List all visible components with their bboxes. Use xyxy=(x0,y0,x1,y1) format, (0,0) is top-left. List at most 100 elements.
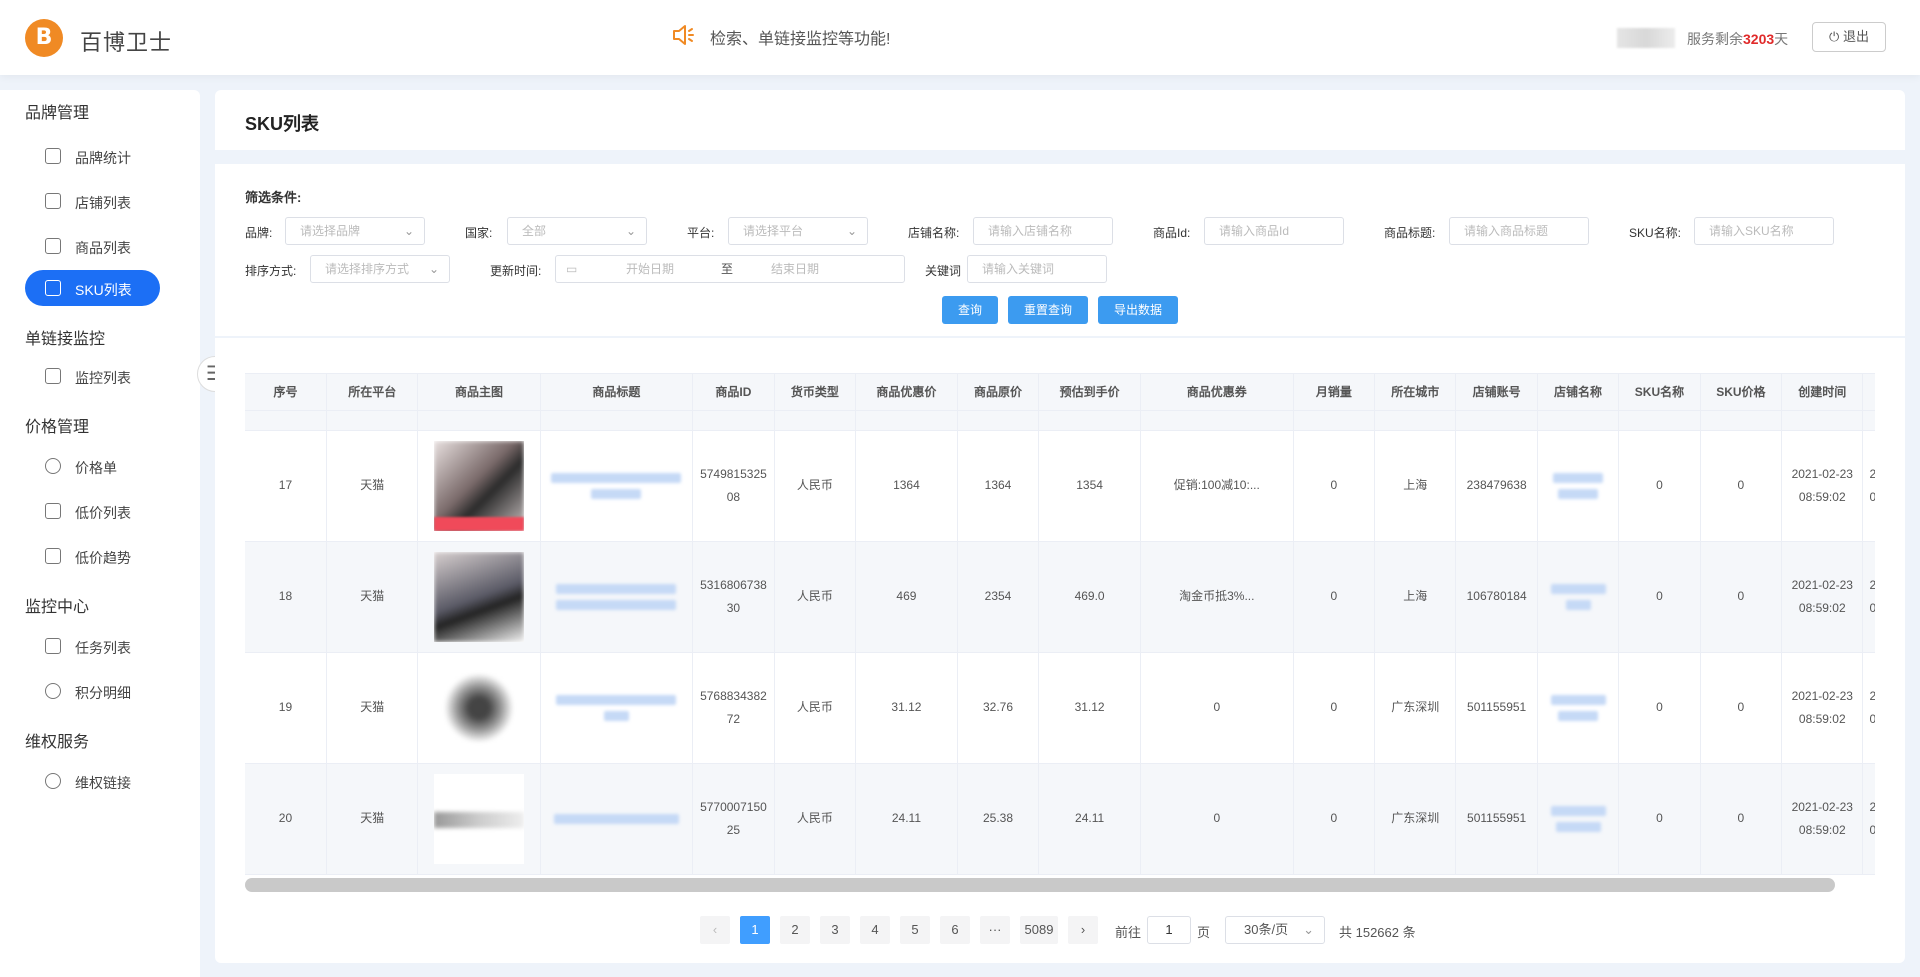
chevron-down-icon: ⌄ xyxy=(846,224,857,238)
prev-page-button[interactable]: ‹ xyxy=(700,916,730,944)
app-logo: B xyxy=(25,19,63,57)
product-image[interactable] xyxy=(434,440,525,531)
sidebar-item-brand-stats[interactable]: 品牌统计 xyxy=(25,138,160,174)
sidebar-item-label: SKU列表 xyxy=(75,282,132,298)
goto-suffix: 页 xyxy=(1197,925,1211,940)
service-remaining: 服务剩余3203天 xyxy=(1687,29,1788,49)
cell-no: 17 xyxy=(245,430,327,542)
cell-currency: 人民币 xyxy=(774,652,857,764)
table-row[interactable]: 19 天猫 576883438272 人民币 31.12 32.76 31.12… xyxy=(245,652,1875,764)
sidebar-item-label: 低价列表 xyxy=(75,505,131,521)
sidebar-item-low-price-trend[interactable]: 低价趋势 xyxy=(25,538,160,574)
cell-monthly-sales: 0 xyxy=(1293,541,1376,653)
col-header: 商品ID xyxy=(692,374,775,411)
sidebar-item-product-list[interactable]: 商品列表 xyxy=(25,228,160,264)
col-header: 商品优惠价 xyxy=(855,374,958,411)
product-image[interactable] xyxy=(434,662,525,753)
title-redacted xyxy=(603,710,629,721)
cell-city: 广东深圳 xyxy=(1374,763,1457,875)
bar-chart-icon xyxy=(45,148,61,164)
horizontal-scrollbar[interactable] xyxy=(245,878,1835,892)
sidebar-item-shop-list[interactable]: 店铺列表 xyxy=(25,183,160,219)
cell-est-price: 24.11 xyxy=(1038,763,1141,875)
page-button[interactable]: 5089 xyxy=(1020,916,1058,944)
sidebar-item-label: 低价趋势 xyxy=(75,550,131,566)
reset-query-button[interactable]: 重置查询 xyxy=(1008,296,1088,324)
cell-monthly-sales: 0 xyxy=(1293,652,1376,764)
speaker-icon xyxy=(673,25,694,45)
title-redacted xyxy=(556,599,677,610)
trend-down-icon xyxy=(45,548,61,564)
sidebar-item-label: 任务列表 xyxy=(75,640,131,656)
cell-no: 18 xyxy=(245,541,327,653)
page-button[interactable]: 6 xyxy=(940,916,970,944)
user-account xyxy=(1617,28,1675,48)
cell-title xyxy=(540,541,694,653)
date-range-picker[interactable]: ▭ 开始日期 至 结束日期 xyxy=(555,255,905,283)
product-image[interactable] xyxy=(434,551,525,642)
page-button[interactable]: 1 xyxy=(740,916,770,944)
sort-select[interactable]: 请选择排序方式 ⌄ xyxy=(310,255,450,283)
cell-shop-account: 501155951 xyxy=(1455,652,1538,764)
table-row[interactable]: 18 天猫 531680673830 人民币 469 2354 469.0 淘金… xyxy=(245,541,1875,653)
page-button[interactable]: 3 xyxy=(820,916,850,944)
sidebar-item-label: 积分明细 xyxy=(75,685,131,701)
cell-shop-name xyxy=(1537,541,1620,653)
date-start: 开始日期 xyxy=(626,262,675,276)
goto-page-input[interactable]: 1 xyxy=(1147,916,1191,944)
monitor-icon xyxy=(45,503,61,519)
page-button[interactable]: 5 xyxy=(900,916,930,944)
table-row[interactable]: 20 天猫 577000715025 人民币 24.11 25.38 24.11… xyxy=(245,763,1875,875)
page-button[interactable]: 2 xyxy=(780,916,810,944)
cell-orig-price: 1364 xyxy=(957,430,1040,542)
cell-sku-price: 0 xyxy=(1700,763,1783,875)
sidebar-item-points[interactable]: 积分明细 xyxy=(25,673,160,709)
sidebar-item-monitor-list[interactable]: 监控列表 xyxy=(25,358,160,394)
page-button[interactable]: 4 xyxy=(860,916,890,944)
total-count: 共 152662 条 xyxy=(1339,925,1416,940)
cell-est-price: 31.12 xyxy=(1038,652,1141,764)
cell-shop-name xyxy=(1537,430,1620,542)
shop-name-label: 店铺名称: xyxy=(908,226,960,240)
product-image[interactable] xyxy=(434,773,525,864)
cell-no: 19 xyxy=(245,652,327,764)
keyword-input[interactable]: 请输入关键词 xyxy=(967,255,1107,283)
export-data-button[interactable]: 导出数据 xyxy=(1098,296,1178,324)
sku-name-input[interactable]: 请输入SKU名称 xyxy=(1694,217,1834,245)
platform-select[interactable]: 请选择平台 ⌄ xyxy=(728,217,868,245)
cell-sku-name: 0 xyxy=(1618,652,1701,764)
sidebar: 品牌管理 品牌统计 店铺列表 商品列表 SKU列表 单链接监控 监控列表 价格管… xyxy=(0,90,200,977)
cell-city: 广东深圳 xyxy=(1374,652,1457,764)
sidebar-item-low-price-list[interactable]: 低价列表 xyxy=(25,493,160,529)
sidebar-item-sku-list[interactable]: SKU列表 xyxy=(25,270,160,306)
more-pages-button[interactable]: ··· xyxy=(980,916,1010,944)
cell-created: 2021-02-23 08:59:02 xyxy=(1781,763,1864,875)
next-page-button[interactable]: › xyxy=(1068,916,1098,944)
notice-text: 检索、单链接监控等功能! xyxy=(710,31,891,48)
cell-created: 2021-02-23 08:59:02 xyxy=(1781,430,1864,542)
sidebar-item-price-list[interactable]: 价格单 xyxy=(25,448,160,484)
sidebar-item-task-list[interactable]: 任务列表 xyxy=(25,628,160,664)
brand-select[interactable]: 请选择品牌 ⌄ xyxy=(285,217,425,245)
logout-button[interactable]: ⏻ 退出 xyxy=(1812,22,1886,52)
page-size-value: 30条/页 xyxy=(1244,922,1289,937)
page-size-select[interactable]: 30条/页 ⌄ xyxy=(1225,916,1325,944)
product-id-input[interactable]: 请输入商品Id xyxy=(1204,217,1344,245)
country-value: 全部 xyxy=(522,224,547,238)
cell-monthly-sales: 0 xyxy=(1293,430,1376,542)
sidebar-item-rights-links[interactable]: 维权链接 xyxy=(25,763,160,799)
product-title-input[interactable]: 请输入商品标题 xyxy=(1449,217,1589,245)
col-header: 商品标题 xyxy=(540,374,694,411)
table-row[interactable]: 17 天猫 574981532508 人民币 1364 1364 1354 促销… xyxy=(245,430,1875,542)
shop-name-redacted xyxy=(1550,805,1606,816)
sku-name-label: SKU名称: xyxy=(1629,226,1682,240)
group-rights: 维权服务 xyxy=(25,734,90,751)
cell-platform: 天猫 xyxy=(326,652,419,764)
cell-promo-price: 31.12 xyxy=(855,652,958,764)
shop-name-input[interactable]: 请输入店铺名称 xyxy=(973,217,1113,245)
query-button[interactable]: 查询 xyxy=(942,296,998,324)
date-separator: 至 xyxy=(721,262,734,276)
country-select[interactable]: 全部 ⌄ xyxy=(507,217,647,245)
product-id-placeholder: 请输入商品Id xyxy=(1219,224,1290,238)
title-redacted xyxy=(551,472,682,483)
